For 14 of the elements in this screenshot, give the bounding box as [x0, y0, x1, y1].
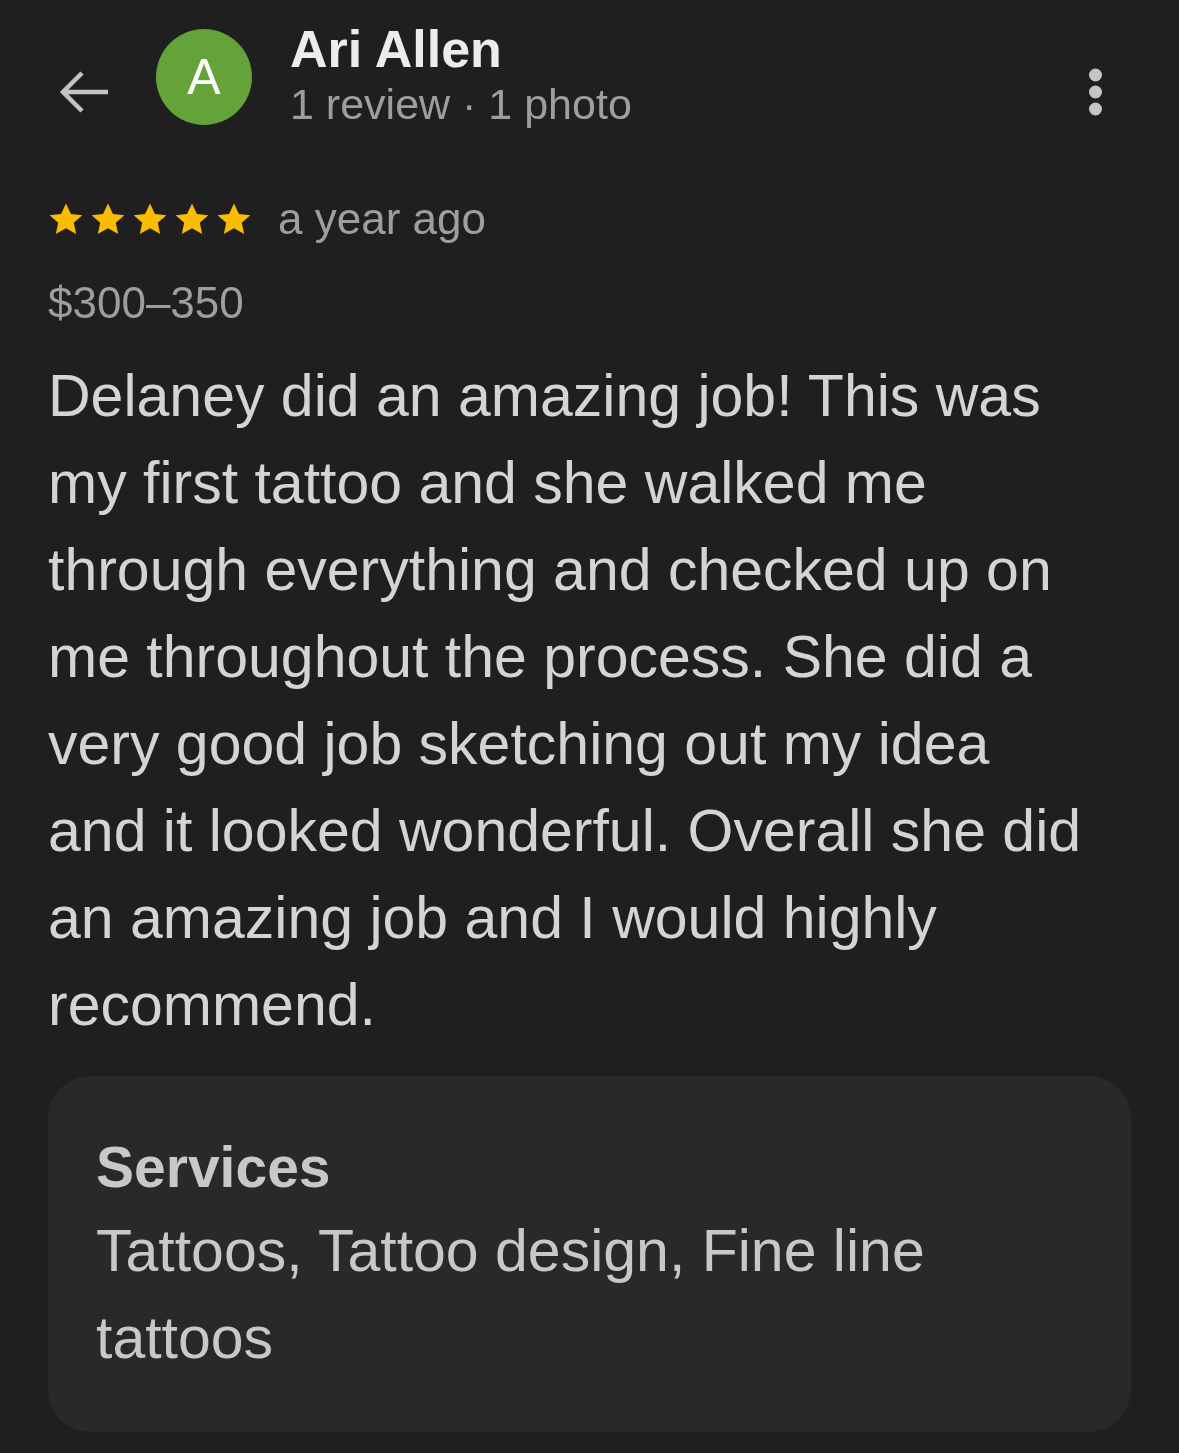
star-icon — [48, 201, 84, 237]
star-icon — [90, 201, 126, 237]
price-range: $300–350 — [48, 278, 244, 328]
review-text: Delaney did an amazing job! This was my first tattoo and she walked me through everything and checked up on me throughout the process. She did a very good job sketching out my idea and it looked wonderful. Overall she did an amazing job and I would highly recommend. — [48, 362, 1083, 1040]
star-icon — [132, 201, 168, 237]
reviewer-stats: 1 review · 1 photo — [290, 79, 632, 130]
services-list: Tattoos, Tattoo design, Fine line tattoos — [96, 1208, 1083, 1382]
services-heading: Services — [96, 1135, 331, 1199]
review-date: a year ago — [278, 194, 486, 244]
star-icon — [174, 201, 210, 237]
avatar: A — [156, 29, 252, 125]
star-icon — [216, 201, 252, 237]
more-options-icon[interactable] — [1088, 68, 1103, 116]
reviewer-name: Ari Allen — [290, 20, 502, 78]
